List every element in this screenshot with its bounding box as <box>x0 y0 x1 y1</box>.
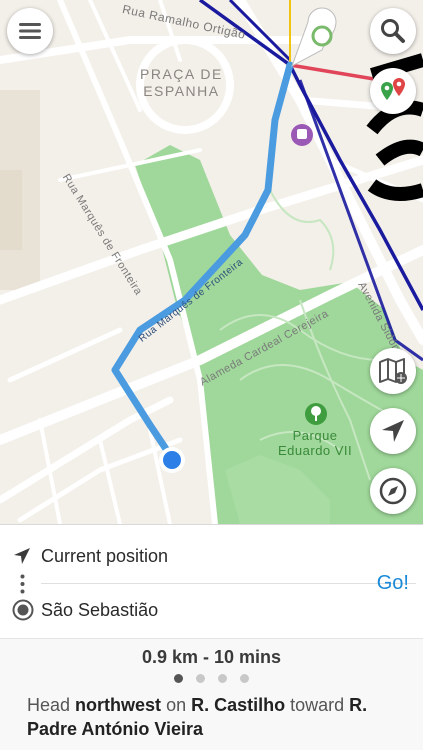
navigation-arrow-icon <box>14 548 30 564</box>
destination-icon <box>12 599 34 621</box>
label-praca-de-espanha: PRAÇA DE ESPANHA <box>140 66 223 100</box>
instr-street: R. Castilho <box>191 695 286 715</box>
label-praca-line1: PRAÇA DE <box>140 66 223 82</box>
map-type-button[interactable] <box>370 348 416 394</box>
go-button[interactable]: Go! <box>377 572 409 595</box>
compass-button[interactable] <box>370 468 416 514</box>
page-dot[interactable] <box>174 674 183 683</box>
route-dots-icon <box>20 574 25 594</box>
instr-direction: northwest <box>75 695 162 715</box>
instr-part1: Head <box>27 695 76 715</box>
label-parque: Parque Eduardo VII <box>278 428 352 458</box>
label-praca-line2: ESPANHA <box>143 83 220 99</box>
from-field[interactable]: Current position <box>41 546 168 567</box>
route-pins-icon <box>381 78 405 100</box>
location-arrow-icon <box>382 420 404 442</box>
route-summary: 0.9 km - 10 mins <box>141 647 282 667</box>
page-dot[interactable] <box>218 674 227 683</box>
label-parque-line1: Parque <box>292 428 338 443</box>
route-pins-button[interactable] <box>370 68 416 114</box>
compass-icon <box>379 477 407 505</box>
page-indicator[interactable] <box>0 674 423 683</box>
menu-icon <box>19 23 41 39</box>
turn-instruction: Head northwest on R. Castilho toward R. … <box>27 693 407 741</box>
menu-button[interactable] <box>7 8 53 54</box>
instr-part3: toward <box>285 695 350 715</box>
to-field[interactable]: São Sebastião <box>41 600 158 621</box>
directions-panel: Current position São Sebastião Go! 0.9 k… <box>0 524 423 750</box>
page-dot[interactable] <box>240 674 249 683</box>
label-parque-line2: Eduardo VII <box>278 443 353 458</box>
map-layers-icon <box>379 358 407 384</box>
endpoint-divider <box>41 583 416 584</box>
search-icon <box>381 19 405 43</box>
page-dot[interactable] <box>196 674 205 683</box>
locate-button[interactable] <box>370 408 416 454</box>
search-button[interactable] <box>370 8 416 54</box>
route-endpoints: Current position São Sebastião Go! <box>0 525 423 639</box>
map-view[interactable]: Rua Ramalho Ortigão PRAÇA DE ESPANHA Rua… <box>0 0 423 524</box>
instr-part2: on <box>161 695 192 715</box>
